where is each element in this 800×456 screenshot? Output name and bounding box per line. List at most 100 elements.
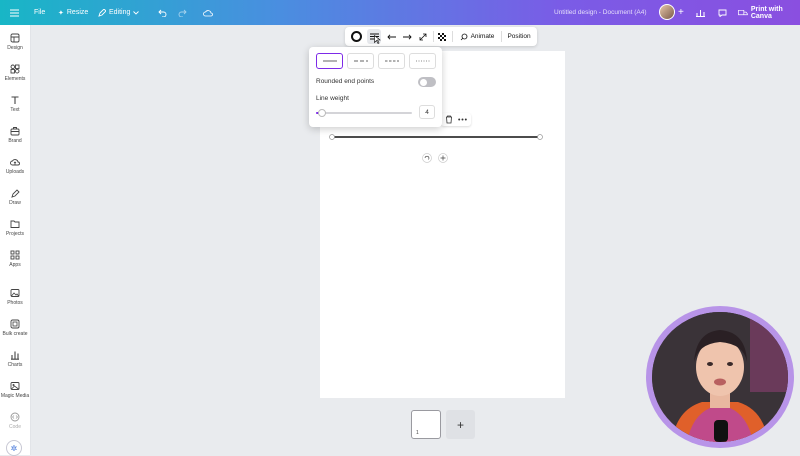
line-style-popup: Rounded end points Line weight 4 (309, 47, 442, 127)
sidebar-item-label: Design (7, 45, 23, 51)
toggle-knob (419, 78, 427, 86)
rotate-handle[interactable] (422, 153, 432, 163)
position-button[interactable]: Position (503, 27, 535, 46)
arrow-left-icon (386, 33, 396, 40)
sidebar-item-photos[interactable]: Photos (0, 288, 30, 306)
animate-button[interactable]: Animate (456, 27, 498, 46)
sidebar-item-label: Bulk create (2, 331, 28, 337)
line-style-long-dash-option[interactable] (347, 53, 374, 69)
file-menu[interactable]: File (34, 0, 45, 25)
redo-icon (178, 9, 187, 17)
sidebar-item-draw[interactable]: Draw (0, 188, 30, 206)
menu-button[interactable] (10, 0, 19, 25)
sidebar-item-label: Uploads (5, 169, 25, 175)
more-options-icon[interactable] (458, 118, 467, 121)
line-type-button[interactable] (416, 27, 430, 46)
plus-icon: + (456, 417, 464, 432)
sidebar-item-charts[interactable]: Charts (0, 350, 30, 368)
transparency-button[interactable] (435, 27, 449, 46)
sidebar-item-label: Apps (9, 262, 21, 268)
page-thumbnail[interactable]: 1 (411, 410, 441, 439)
cloud-check-icon (203, 9, 213, 16)
sidebar-item-bulk-create[interactable]: Bulk create (0, 319, 30, 337)
sparkle-icon: ✦ (58, 9, 64, 17)
sidebar-item-brand[interactable]: Brand (0, 126, 30, 144)
comment-icon (718, 9, 727, 17)
sidebar-item-label: Code (9, 424, 21, 430)
undo-button[interactable] (158, 0, 167, 25)
hamburger-icon (10, 9, 19, 16)
trash-icon[interactable] (445, 115, 453, 124)
line-color-button[interactable] (349, 27, 363, 46)
add-page-button[interactable]: + (446, 410, 475, 439)
sidebar-item-label: Projects (5, 231, 25, 237)
sidebar-item-label: Magic Media (0, 393, 30, 399)
magic-media-icon (10, 382, 20, 390)
sidebar-item-label: Brand (8, 138, 22, 144)
line-style-short-dash-option[interactable] (378, 53, 405, 69)
sidebar-item-text[interactable]: Text (0, 95, 30, 113)
rounded-end-points-toggle[interactable] (418, 77, 436, 87)
document-title[interactable]: Untitled design - Document (A4) (554, 0, 647, 25)
sidebar-item-design[interactable]: Design (0, 33, 30, 51)
line-end-handle[interactable] (537, 134, 543, 140)
animate-icon (460, 33, 467, 40)
editing-label: Editing (109, 9, 131, 16)
short-dash-line-icon (384, 60, 399, 62)
resize-button[interactable]: ✦ Resize (58, 0, 88, 25)
code-icon (10, 412, 20, 422)
position-label: Position (507, 33, 531, 40)
text-icon (11, 96, 19, 104)
insights-button[interactable] (696, 0, 705, 25)
photo-icon (10, 289, 20, 297)
add-collaborator-button[interactable]: + (678, 0, 684, 25)
file-label: File (34, 9, 46, 16)
sidebar-item-code[interactable]: Code (0, 412, 30, 430)
animate-label: Animate (470, 33, 495, 40)
chart-icon (11, 351, 19, 360)
bar-chart-icon (696, 9, 705, 17)
chevron-down-icon (133, 10, 140, 15)
slider-thumb[interactable] (318, 108, 326, 117)
toolbar-divider (452, 31, 453, 42)
element-quick-actions (441, 113, 471, 126)
line-style-solid-option[interactable] (316, 53, 343, 69)
upload-cloud-icon (10, 159, 20, 166)
dotted-line-icon (415, 60, 430, 62)
line-start-arrow-button[interactable] (384, 27, 398, 46)
sidebar-item-label: Text (10, 107, 20, 113)
color-swatch-icon (350, 31, 362, 42)
print-label: Print with Canva (750, 5, 783, 20)
arrow-right-icon (402, 33, 412, 40)
sidebar-item-apps[interactable]: Apps (0, 250, 30, 268)
line-weight-input[interactable]: 4 (419, 105, 435, 119)
line-weight-label: Line weight (316, 95, 349, 102)
sidebar-item-uploads[interactable]: Uploads (0, 157, 30, 175)
pen-icon (11, 189, 20, 198)
print-with-canva-button[interactable]: Print with Canva (738, 0, 800, 25)
resize-label: Resize (66, 9, 89, 16)
pencil-icon (98, 8, 106, 17)
user-avatar[interactable] (659, 4, 675, 20)
truck-icon (738, 9, 748, 15)
sidebar-item-projects[interactable]: Projects (0, 219, 30, 237)
line-end-arrow-button[interactable] (400, 27, 414, 46)
editing-mode-dropdown[interactable]: Editing (98, 0, 140, 25)
diagonal-arrow-icon (419, 33, 427, 40)
toolbar-divider (433, 31, 434, 42)
cloud-save-status[interactable] (203, 0, 213, 25)
line-editor-toolbar: Animate Position (345, 27, 537, 46)
move-handle[interactable] (438, 153, 448, 163)
line-style-dotted-option[interactable] (409, 53, 436, 69)
magic-assistant-button[interactable]: ✲ (6, 440, 22, 456)
comments-button[interactable] (718, 0, 727, 25)
sidebar-item-magic-media[interactable]: Magic Media (0, 381, 30, 399)
line-weight-slider[interactable] (316, 108, 412, 117)
line-start-handle[interactable] (329, 134, 335, 140)
long-dash-line-icon (353, 60, 368, 62)
redo-button[interactable] (178, 0, 187, 25)
folder-icon (10, 220, 20, 228)
apps-grid-icon (10, 250, 20, 260)
sidebar-item-elements[interactable]: Elements (0, 64, 30, 82)
sidebar-item-label: Charts (7, 362, 23, 368)
